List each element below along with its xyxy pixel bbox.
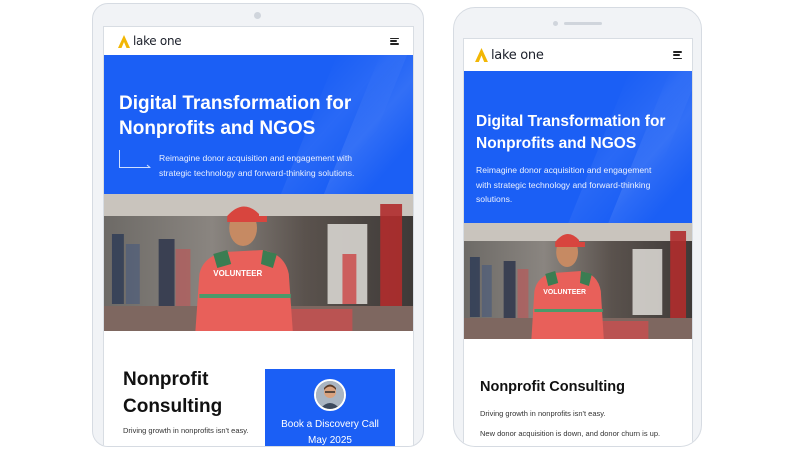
phone-camera [553,21,558,26]
volunteer-photo: VOLUNTEER [464,223,692,339]
site-logo[interactable]: lake one [118,34,182,48]
site-header: lake one [464,39,692,71]
tablet-device-frame: lake one Digital Transformation for Nonp… [92,3,424,447]
hero-title: Digital Transformation for Nonprofits an… [119,93,352,139]
tablet-screen: lake one Digital Transformation for Nonp… [103,26,414,446]
hamburger-menu-icon[interactable] [673,51,682,59]
cta-date: May 2025 [308,435,352,446]
phone-screen: lake one Digital Transformation for Nonp… [463,38,693,446]
discovery-call-card[interactable]: Book a Discovery Call May 2025 [265,369,395,446]
section-text: Driving growth in nonprofits isn't easy. [480,409,606,418]
arrow-right-icon [119,150,151,168]
section-text-secondary: New donor acquisition is down, and donor… [480,429,661,438]
logo-mark-icon [118,34,130,48]
hero-title: Digital Transformation for Nonprofits an… [476,113,666,152]
section-text: Driving growth in nonprofits isn't easy. [123,426,249,435]
shirt-text: VOLUNTEER [213,269,262,278]
hero-subtitle: Reimagine donor acquisition and engageme… [476,165,652,204]
logo-text: lake one [133,34,182,48]
cta-label: Book a Discovery Call [281,419,379,430]
logo-text: lake one [491,47,544,63]
phone-speaker [564,22,602,25]
site-header: lake one [104,27,413,55]
section-title: Nonprofit Consulting [480,379,625,395]
phone-device-frame: lake one Digital Transformation for Nonp… [453,7,702,447]
site-logo[interactable]: lake one [475,48,544,63]
consultant-avatar [314,379,346,411]
hero-subtitle: Reimagine donor acquisition and engageme… [159,153,355,178]
section-title: Nonprofit Consulting [123,369,223,417]
shirt-text: VOLUNTEER [543,289,586,296]
hamburger-menu-icon[interactable] [390,37,399,45]
volunteer-photo: VOLUNTEER [104,194,413,331]
logo-mark-icon [475,48,488,62]
hero-section: Digital Transformation for Nonprofits an… [464,71,692,223]
volunteer-image: VOLUNTEER [464,223,692,339]
tablet-camera [254,12,261,19]
hero-section: Digital Transformation for Nonprofits an… [104,55,413,194]
volunteer-image: VOLUNTEER [104,194,413,331]
